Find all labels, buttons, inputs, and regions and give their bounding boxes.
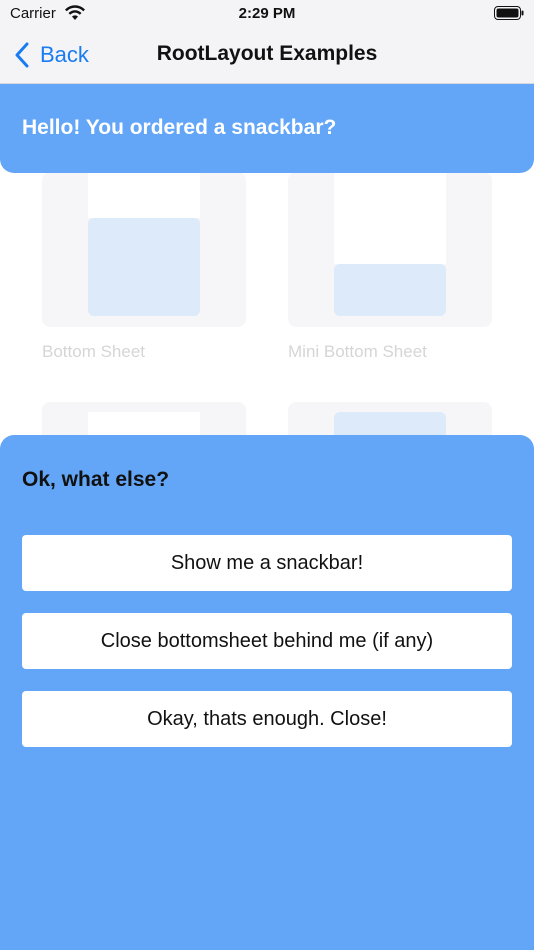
battery-icon — [494, 6, 524, 20]
card-label-mini-bottom-sheet: Mini Bottom Sheet — [288, 342, 427, 361]
status-bar: Carrier 2:29 PM — [0, 0, 534, 28]
status-time: 2:29 PM — [238, 5, 296, 22]
bottom-sheet: Ok, what else? Show me a snackbar! Close… — [0, 435, 534, 950]
card-mini-bottom-sheet[interactable] — [288, 172, 492, 327]
bottom-sheet-title: Ok, what else? — [22, 468, 170, 491]
close-bottomsheet-behind-button[interactable]: Close bottomsheet behind me (if any) — [22, 613, 512, 669]
page-title: RootLayout Examples — [156, 42, 378, 65]
navigation-bar: Back RootLayout Examples — [0, 28, 534, 84]
close-button[interactable]: Okay, thats enough. Close! — [22, 691, 512, 747]
snackbar-message: Hello! You ordered a snackbar? — [22, 116, 337, 139]
show-snackbar-button[interactable]: Show me a snackbar! — [22, 535, 512, 591]
card-label-bottom-sheet: Bottom Sheet — [42, 342, 146, 361]
card-bottom-sheet[interactable] — [42, 172, 246, 327]
snackbar: Hello! You ordered a snackbar? — [0, 84, 534, 173]
